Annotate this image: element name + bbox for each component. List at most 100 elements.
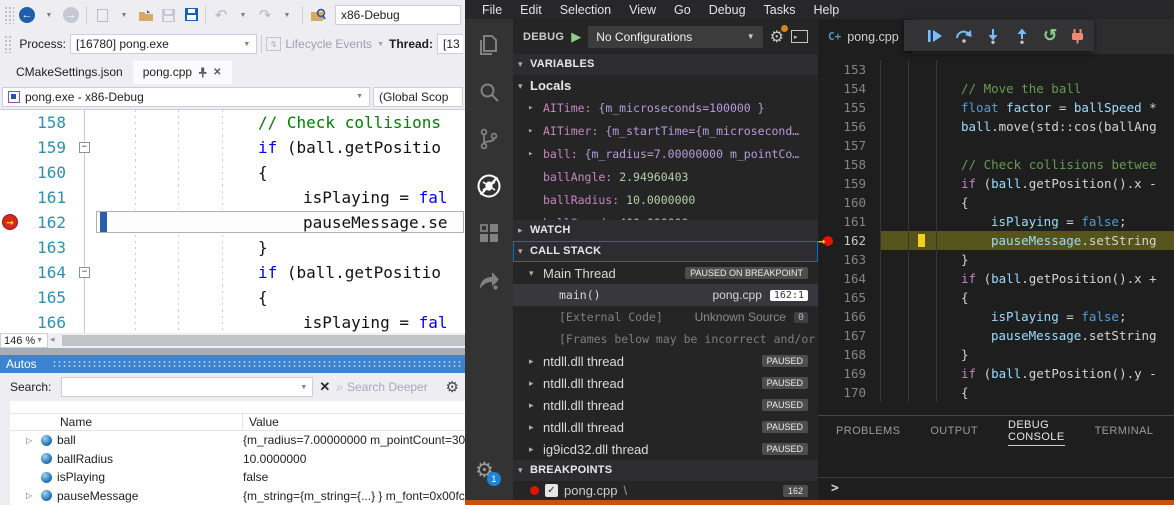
code-line-158[interactable]: 158// Check collisions betwee xyxy=(818,155,1174,174)
code-line-162[interactable]: →162pauseMessage.setString xyxy=(818,231,1174,250)
breakpoint-checkbox[interactable]: ✓ xyxy=(545,484,558,497)
stack-frame-row[interactable]: [Frames below may be incorrect and/or xyxy=(513,328,818,350)
autos-row-ball[interactable]: ▷ ball {m_radius=7.00000000 m_pointCount… xyxy=(10,431,465,450)
thread-row[interactable]: ▸ ntdll.dll thread PAUSED xyxy=(513,394,818,416)
breakpoints-section-header[interactable]: ▾ BREAKPOINTS xyxy=(513,460,818,481)
twisty-collapsed-icon[interactable]: ▸ xyxy=(529,356,534,367)
manage-gear-icon[interactable]: ⚙1 xyxy=(475,458,494,483)
breakpoint-margin[interactable] xyxy=(818,288,836,307)
twisty-collapsed-icon[interactable]: ▸ xyxy=(528,120,533,143)
step-into-icon[interactable] xyxy=(985,28,1001,44)
breakpoint-margin[interactable] xyxy=(818,60,836,79)
redo-icon[interactable]: ↷ xyxy=(255,5,275,25)
code-line-164[interactable]: 164if (ball.getPosition().x + xyxy=(818,269,1174,288)
twisty-collapsed-icon[interactable]: ▸ xyxy=(529,422,534,433)
scrollbar-thumb[interactable] xyxy=(62,335,465,346)
project-dropdown[interactable]: pong.exe - x86-Debug ▼ xyxy=(2,87,370,107)
variable-row[interactable]: ballRadius: 10.0000000 xyxy=(513,189,818,212)
browse-icon[interactable] xyxy=(308,5,328,25)
fold-margin[interactable] xyxy=(74,210,96,235)
menu-go[interactable]: Go xyxy=(665,3,700,17)
code-line-166[interactable]: 166isPlaying = false; xyxy=(818,307,1174,326)
variable-row[interactable]: ▸ AITimer: {m_startTime={m_microsecond… xyxy=(513,120,818,143)
panel-tab-problems[interactable]: PROBLEMS xyxy=(836,425,900,439)
twisty-collapsed-icon[interactable]: ▸ xyxy=(528,97,533,120)
code-line-165[interactable]: 165{ xyxy=(0,285,465,310)
code-line-157[interactable]: 157 xyxy=(818,136,1174,155)
code-line-161[interactable]: 161isPlaying = fal xyxy=(0,185,465,210)
code-line-170[interactable]: 170{ xyxy=(818,383,1174,402)
code-line-169[interactable]: 169if (ball.getPosition().y - xyxy=(818,364,1174,383)
code-line-168[interactable]: 168} xyxy=(818,345,1174,364)
twisty-collapsed-icon[interactable]: ▸ xyxy=(529,378,534,389)
fold-margin[interactable] xyxy=(74,285,96,310)
panel-tab-terminal[interactable]: TERMINAL xyxy=(1095,425,1154,439)
lifecycle-events-label[interactable]: Lifecycle Events xyxy=(285,37,372,51)
fold-margin[interactable] xyxy=(74,110,96,135)
vs-code-editor[interactable]: 158// Check collisions159−if (ball.getPo… xyxy=(0,110,465,333)
back-dropdown-icon[interactable]: ▼ xyxy=(39,5,59,25)
autos-row-pauseMessage[interactable]: ▷ pauseMessage {m_string={m_string={...}… xyxy=(10,487,465,505)
breakpoint-margin[interactable] xyxy=(818,174,836,193)
search-input[interactable]: ▼ xyxy=(61,377,313,397)
share-icon[interactable] xyxy=(475,266,503,294)
thread-row[interactable]: ▸ ig9icd32.dll thread PAUSED xyxy=(513,438,818,460)
menu-help[interactable]: Help xyxy=(805,3,849,17)
breakpoint-margin[interactable] xyxy=(0,285,22,310)
extensions-icon[interactable] xyxy=(475,219,503,247)
code-line-162[interactable]: →162pauseMessage.se xyxy=(0,210,465,235)
code-line-158[interactable]: 158// Check collisions xyxy=(0,110,465,135)
breakpoint-margin[interactable] xyxy=(818,117,836,136)
thread-row[interactable]: ▸ ntdll.dll thread PAUSED xyxy=(513,416,818,438)
breakpoint-margin[interactable] xyxy=(818,212,836,231)
thread-combobox[interactable]: [13 xyxy=(437,34,463,54)
variables-section-header[interactable]: ▾ VARIABLES xyxy=(513,54,818,75)
close-icon[interactable]: ✕ xyxy=(213,67,221,78)
step-out-icon[interactable] xyxy=(1014,28,1030,44)
expand-icon[interactable]: ▷ xyxy=(26,491,36,500)
fold-margin[interactable]: − xyxy=(74,135,96,160)
configuration-dropdown[interactable]: No Configurations ▼ xyxy=(588,26,762,48)
back-icon[interactable]: ← xyxy=(17,5,37,25)
breakpoint-row[interactable]: ✓ pong.cpp \ 162 xyxy=(513,481,818,500)
autos-row-isPlaying[interactable]: isPlaying false xyxy=(10,468,465,487)
disconnect-icon[interactable] xyxy=(1070,28,1085,44)
code-line-166[interactable]: 166isPlaying = fal xyxy=(0,310,465,333)
breakpoint-margin[interactable]: → xyxy=(818,231,836,250)
step-over-icon[interactable] xyxy=(955,28,972,44)
new-file-icon[interactable] xyxy=(92,5,112,25)
code-line-154[interactable]: 154// Move the ball xyxy=(818,79,1174,98)
horizontal-scrollbar[interactable]: ◂ xyxy=(48,333,465,348)
search-deeper-button[interactable]: ⌕ Search Deeper xyxy=(336,380,427,395)
breakpoint-margin[interactable] xyxy=(818,269,836,288)
variable-row[interactable]: ballSpeed: 400.000000 xyxy=(513,212,818,220)
twisty-collapsed-icon[interactable]: ▸ xyxy=(528,143,533,166)
variable-row[interactable]: ▸ AITime: {m_microseconds=100000 } xyxy=(513,97,818,120)
breakpoint-margin[interactable] xyxy=(0,185,22,210)
vscode-code-editor[interactable]: 153154// Move the ball155float factor = … xyxy=(818,54,1174,415)
restart-icon[interactable]: ↺ xyxy=(1043,28,1057,44)
clear-search-icon[interactable]: ✕ xyxy=(319,379,330,395)
locals-scope-row[interactable]: ▾ Locals xyxy=(513,75,818,97)
expand-icon[interactable]: ▷ xyxy=(26,436,36,445)
breakpoint-margin[interactable] xyxy=(818,193,836,212)
fold-margin[interactable] xyxy=(74,235,96,260)
breakpoint-margin[interactable] xyxy=(0,235,22,260)
scope-dropdown[interactable]: (Global Scop xyxy=(373,87,463,107)
debug-console-icon[interactable]: ▸ xyxy=(791,30,808,43)
watch-section-header[interactable]: ▸ WATCH xyxy=(513,220,818,241)
code-line-164[interactable]: 164−if (ball.getPositio xyxy=(0,260,465,285)
undo-dropdown-icon[interactable]: ▼ xyxy=(233,5,253,25)
breakpoint-margin[interactable] xyxy=(818,98,836,117)
fold-margin[interactable] xyxy=(74,185,96,210)
breakpoint-margin[interactable] xyxy=(818,383,836,402)
configure-gear-icon[interactable]: ⚙ xyxy=(770,27,784,47)
current-line-breakpoint-icon[interactable]: → xyxy=(2,214,18,230)
zoom-level-dropdown[interactable]: 146 % ▼ xyxy=(0,333,48,348)
callstack-section-header[interactable]: ▾ CALL STACK xyxy=(513,241,818,262)
window-splitter[interactable] xyxy=(0,348,465,355)
debug-console-prompt[interactable]: > xyxy=(818,477,1174,500)
menu-tasks[interactable]: Tasks xyxy=(755,3,805,17)
new-file-dropdown-icon[interactable]: ▼ xyxy=(114,5,134,25)
fold-margin[interactable] xyxy=(74,160,96,185)
